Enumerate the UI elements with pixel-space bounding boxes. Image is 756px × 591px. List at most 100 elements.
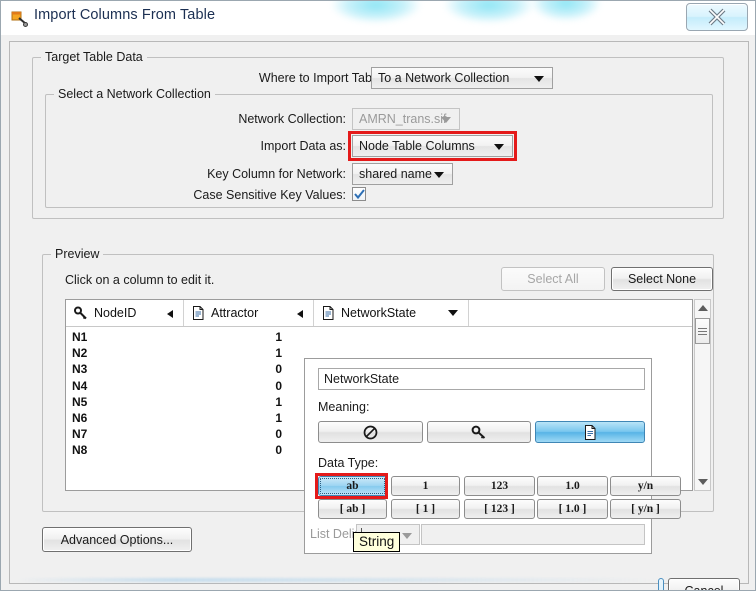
data-type-button-3[interactable]: 1.0 xyxy=(537,476,608,496)
case-sensitive-label: Case Sensitive Key Values: xyxy=(193,188,346,202)
meaning-not-imported-button[interactable] xyxy=(318,421,423,443)
data-type-list-button-0[interactable]: [ ab ] xyxy=(318,499,387,519)
column-header-networkstate[interactable]: NetworkState xyxy=(314,300,469,326)
select-none-button[interactable]: Select None xyxy=(611,267,713,291)
data-type-label-text: [ ab ] xyxy=(339,503,366,515)
scrollbar-thumb[interactable] xyxy=(695,318,710,344)
column-header-attractor[interactable]: Attractor xyxy=(184,300,314,326)
where-to-import-combo[interactable]: To a Network Collection xyxy=(371,67,553,89)
key-icon xyxy=(471,425,486,439)
data-type-button-1[interactable]: 1 xyxy=(391,476,460,496)
network-collection-value: AMRN_trans.sif xyxy=(359,112,447,126)
preview-vertical-scrollbar[interactable] xyxy=(694,299,711,491)
tooltip: String xyxy=(353,532,401,552)
arrow-left-icon xyxy=(297,310,303,318)
table-row: N1 1 xyxy=(66,330,692,346)
scroll-up-button[interactable] xyxy=(695,300,710,316)
cell-attractor: 0 xyxy=(275,427,282,442)
cancel-button[interactable]: Cancel xyxy=(668,578,740,591)
chevron-down-icon xyxy=(434,172,444,178)
select-network-collection-title: Select a Network Collection xyxy=(54,87,215,101)
key-icon xyxy=(74,306,88,320)
data-type-label-text: [ 1.0 ] xyxy=(558,503,587,515)
data-type-label-text: 1.0 xyxy=(565,480,580,492)
meaning-label: Meaning: xyxy=(318,400,370,414)
column-name-value: NetworkState xyxy=(324,372,400,386)
cell-nodeid: N1 xyxy=(72,330,88,344)
data-type-label-text: [ y/n ] xyxy=(631,503,660,515)
list-delimiter-field[interactable] xyxy=(421,524,645,545)
data-type-list-button-1[interactable]: [ 1 ] xyxy=(391,499,460,519)
data-type-label-text: 123 xyxy=(490,480,509,492)
preview-title: Preview xyxy=(51,247,104,261)
network-collection-label: Network Collection: xyxy=(238,112,346,126)
data-type-button-0[interactable]: ab xyxy=(318,476,387,496)
import-data-as-value: Node Table Columns xyxy=(359,139,475,153)
cell-attractor: 1 xyxy=(275,411,282,425)
column-editor-popup: NetworkState Meaning: Data Type: ab 1 12… xyxy=(304,358,681,554)
data-type-label-text: 1 xyxy=(422,480,429,492)
close-icon xyxy=(708,8,726,26)
meaning-key-column-button[interactable] xyxy=(427,421,531,443)
target-table-data-title: Target Table Data xyxy=(41,50,147,64)
cell-nodeid: N3 xyxy=(72,362,88,377)
preview-hint: Click on a column to edit it. xyxy=(65,273,215,287)
meaning-attribute-button[interactable] xyxy=(535,421,645,443)
arrow-up-icon xyxy=(697,305,708,311)
data-type-label-text: ab xyxy=(346,480,359,492)
document-icon xyxy=(584,424,595,440)
case-sensitive-checkbox[interactable] xyxy=(352,187,366,201)
cell-nodeid: N6 xyxy=(72,411,88,425)
chevron-down-icon xyxy=(448,310,458,316)
data-type-label-text: [ 1 ] xyxy=(415,503,436,515)
advanced-options-label: Advanced Options... xyxy=(60,532,174,547)
data-type-label-text: [ 123 ] xyxy=(484,503,515,515)
target-table-data-group: Target Table Data Where to Import Table … xyxy=(32,50,724,219)
column-header-nodeid[interactable]: NodeID xyxy=(66,300,184,326)
column-name-input[interactable]: NetworkState xyxy=(318,368,645,390)
data-type-label-text: y/n xyxy=(637,480,654,492)
column-header-label: NodeID xyxy=(94,306,137,320)
chevron-down-icon xyxy=(441,117,451,123)
cell-attractor: 0 xyxy=(275,443,282,458)
column-editor-content: NetworkState Meaning: Data Type: ab 1 12… xyxy=(310,368,681,546)
network-collection-combo[interactable]: AMRN_trans.sif xyxy=(352,108,460,130)
data-type-button-2[interactable]: 123 xyxy=(464,476,535,496)
data-type-label: Data Type: xyxy=(318,456,379,470)
data-type-list-button-4[interactable]: [ y/n ] xyxy=(610,499,681,519)
advanced-options-button[interactable]: Advanced Options... xyxy=(42,527,192,552)
cell-attractor: 1 xyxy=(275,346,282,361)
title-bar: Import Columns From Table xyxy=(1,1,755,35)
cell-nodeid: N2 xyxy=(72,346,88,361)
key-column-value: shared name xyxy=(359,167,432,181)
select-network-collection-group: Select a Network Collection Network Coll… xyxy=(45,87,713,208)
where-to-import-value: To a Network Collection xyxy=(378,71,510,85)
cell-attractor: 1 xyxy=(275,330,282,344)
scroll-down-button[interactable] xyxy=(695,474,710,490)
import-table-icon xyxy=(10,9,28,27)
import-data-as-combo[interactable]: Node Table Columns xyxy=(352,135,513,157)
data-type-list-button-3[interactable]: [ 1.0 ] xyxy=(537,499,608,519)
ok-button[interactable] xyxy=(658,578,664,590)
aero-glow-decoration xyxy=(444,1,534,23)
cell-nodeid: N5 xyxy=(72,394,88,409)
key-column-combo[interactable]: shared name xyxy=(352,163,453,185)
cell-nodeid: N4 xyxy=(72,378,88,393)
tooltip-text: String xyxy=(359,534,395,549)
import-columns-dialog: Import Columns From Table Target Table D… xyxy=(0,0,756,591)
aero-glow-decoration xyxy=(531,1,601,21)
window-title: Import Columns From Table xyxy=(34,7,216,23)
close-button[interactable] xyxy=(686,3,748,31)
data-type-button-4[interactable]: y/n xyxy=(610,476,681,496)
select-all-button[interactable]: Select All xyxy=(501,267,605,291)
import-data-as-label: Import Data as: xyxy=(260,139,346,153)
no-entry-icon xyxy=(363,425,378,439)
cancel-label: Cancel xyxy=(684,584,724,591)
column-header-label: Attractor xyxy=(211,306,259,320)
document-icon xyxy=(192,306,205,320)
data-type-list-button-2[interactable]: [ 123 ] xyxy=(464,499,535,519)
chevron-down-icon xyxy=(534,76,544,82)
aero-glow-decoration xyxy=(331,1,421,23)
cell-nodeid: N7 xyxy=(72,427,88,442)
cell-attractor: 1 xyxy=(275,394,282,409)
